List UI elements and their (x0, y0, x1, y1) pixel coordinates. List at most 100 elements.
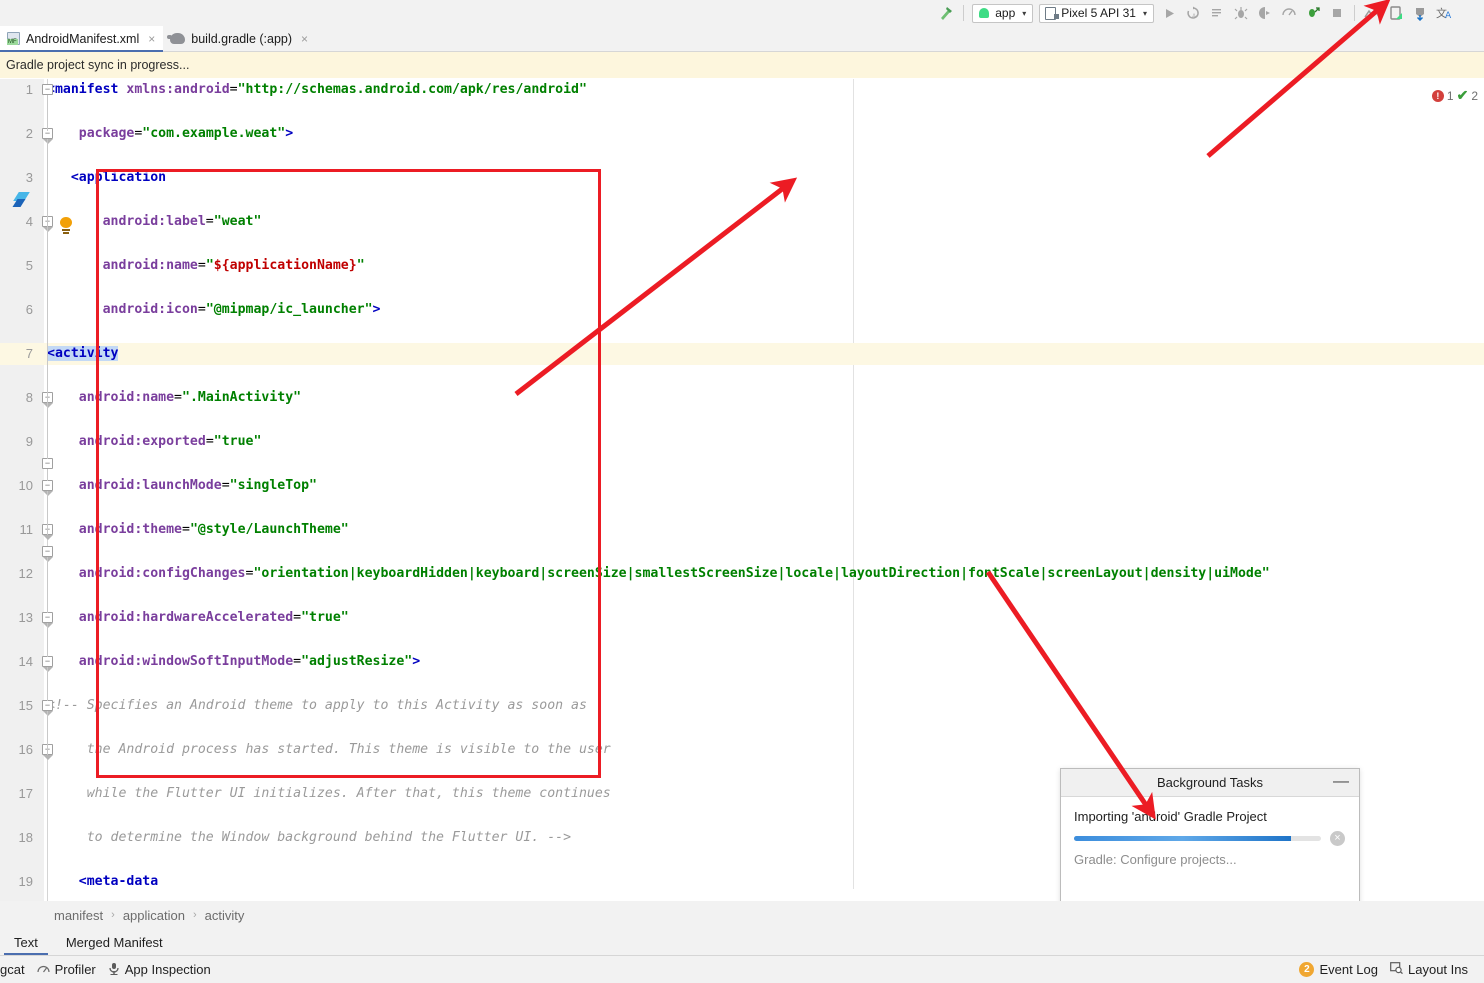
apply-changes-icon[interactable]: A (1181, 2, 1205, 24)
status-event-log[interactable]: 2 Event Log (1299, 962, 1390, 977)
attach-debugger-icon[interactable] (1253, 2, 1277, 24)
tab-build-gradle[interactable]: build.gradle (:app) × (163, 26, 316, 51)
fold-marker-line-20[interactable]: − (42, 480, 53, 496)
breadcrumb-item-activity[interactable]: activity (205, 908, 245, 923)
event-log-label: Event Log (1319, 962, 1378, 977)
status-profiler[interactable]: Profiler (36, 962, 108, 977)
line-number: 5 (25, 258, 33, 273)
run-with-coverage-icon[interactable] (1205, 2, 1229, 24)
tab-merged-manifest[interactable]: Merged Manifest (52, 929, 177, 955)
line-number: 12 (18, 566, 33, 581)
run-profiler-icon[interactable] (1301, 2, 1325, 24)
fold-marker-line-1[interactable]: − (42, 84, 53, 95)
status-bar: gcat Profiler App Inspection 2 Event Log (0, 956, 1484, 983)
editor-view-tabs: Text Merged Manifest (0, 929, 1484, 956)
line-number: 14 (18, 654, 33, 669)
intention-bulb-icon[interactable] (60, 217, 72, 234)
code-line[interactable]: 14 android:windowSoftInputMode="adjustRe… (0, 651, 1484, 673)
android-robot-icon (978, 8, 990, 18)
build-hammer-icon[interactable] (934, 2, 958, 24)
breadcrumb-item-manifest[interactable]: manifest (54, 908, 103, 923)
code-line[interactable]: 5 android:name="${applicationName}" (0, 255, 1484, 277)
status-layout-inspector[interactable]: Layout Ins (1390, 962, 1480, 977)
debug-icon[interactable] (1229, 2, 1253, 24)
tab-text[interactable]: Text (0, 929, 52, 955)
fold-marker-line-30[interactable]: − (42, 700, 53, 716)
fold-connector (47, 667, 48, 701)
fold-connector (47, 711, 48, 755)
code-line[interactable]: 1 <manifest xmlns:android="http://schemas… (0, 79, 1484, 101)
line-number: 17 (18, 786, 33, 801)
chevron-down-icon: ▾ (1142, 8, 1147, 18)
fold-marker-line-26[interactable]: − (42, 612, 53, 628)
tab-merged-manifest-label: Merged Manifest (65, 934, 163, 950)
run-button[interactable] (1157, 2, 1181, 24)
translate-icon[interactable]: 文A (1432, 2, 1456, 24)
error-badge-icon: ! (1431, 89, 1444, 102)
code-line[interactable]: 4 android:label="weat" (0, 211, 1484, 233)
profile-icon[interactable] (1277, 2, 1301, 24)
code-line[interactable]: 2 package="com.example.weat"> (0, 123, 1484, 145)
status-logcat[interactable]: gcat (0, 962, 37, 977)
code-line[interactable]: 3 <application (0, 167, 1484, 189)
fold-connector (47, 491, 48, 535)
device-label: Pixel 5 API 31 (1061, 6, 1136, 20)
logcat-label: gcat (0, 962, 25, 977)
code-line[interactable]: 12 android:configChanges="orientation|ke… (0, 563, 1484, 585)
profiler-label: Profiler (54, 962, 96, 977)
code-line[interactable]: 9 android:exported="true" (0, 431, 1484, 453)
tab-android-manifest[interactable]: AndroidManifest.xml × (0, 26, 164, 52)
line-number: 15 (18, 698, 33, 713)
flutter-icon[interactable] (12, 192, 30, 208)
tab-label: build.gradle (:app) (191, 31, 293, 46)
line-number: 10 (18, 478, 33, 493)
stop-button[interactable] (1325, 2, 1349, 24)
fold-connector (47, 95, 48, 131)
close-icon[interactable]: × (301, 32, 308, 46)
avd-manager-icon[interactable] (1384, 2, 1408, 24)
code-text: <meta-data (78, 874, 159, 889)
code-line[interactable]: 10 android:launchMode="singleTop" (0, 475, 1484, 497)
xml-manifest-icon (7, 32, 20, 45)
fold-connector (47, 623, 48, 657)
code-line[interactable]: 13 android:hardwareAccelerated="true" (0, 607, 1484, 629)
status-bar-right: 2 Event Log Layout Ins (1299, 962, 1480, 977)
inspection-status-widget[interactable]: ! 1 ✔ 2 (1431, 87, 1478, 104)
device-selector[interactable]: Pixel 5 API 31 ▾ (1039, 3, 1154, 23)
line-number: 18 (18, 830, 33, 845)
code-text: android:icon="@mipmap/ic_launcher"> (102, 302, 381, 317)
sdk-manager-icon[interactable] (1360, 2, 1384, 24)
cancel-task-icon[interactable]: × (1330, 831, 1345, 846)
line-number: 2 (25, 126, 33, 141)
code-line[interactable]: 11 android:theme="@style/LaunchTheme" (0, 519, 1484, 541)
code-line[interactable]: 16 the Android process has started. This… (0, 739, 1484, 761)
code-line[interactable]: 6 android:icon="@mipmap/ic_launcher"> (0, 299, 1484, 321)
code-lines[interactable]: 1 <manifest xmlns:android="http://schemas… (0, 79, 1484, 977)
device-phone-icon (1045, 6, 1060, 20)
line-number: 11 (19, 522, 34, 537)
line-number: 7 (25, 346, 33, 361)
breadcrumb-item-application[interactable]: application (123, 908, 185, 923)
code-text: <activity (47, 346, 119, 361)
line-number: 9 (25, 434, 33, 449)
fold-marker-line-19[interactable]: − (42, 458, 53, 469)
code-text: android:theme="@style/LaunchTheme" (78, 522, 349, 537)
breadcrumb[interactable]: manifest › application › activity (0, 901, 1484, 929)
run-configuration-selector[interactable]: app ▾ (972, 3, 1034, 23)
status-app-inspection[interactable]: App Inspection (108, 962, 223, 978)
fold-marker-line-23[interactable]: − (42, 546, 53, 562)
fold-marker-line-28[interactable]: − (42, 656, 53, 672)
minimize-icon[interactable]: — (1333, 773, 1349, 791)
code-line[interactable]: 8 android:name=".MainActivity" (0, 387, 1484, 409)
svg-text:A: A (1192, 14, 1196, 20)
line-number: 8 (25, 390, 33, 405)
fold-connector (47, 557, 48, 613)
gradle-sync-banner-text: Gradle project sync in progress... (6, 58, 190, 72)
more-toolbar-icon[interactable] (1456, 2, 1480, 24)
gradle-sync-icon[interactable] (1408, 2, 1432, 24)
close-icon[interactable]: × (148, 32, 155, 46)
code-line[interactable]: 15 <!-- Specifies an Android theme to app… (0, 695, 1484, 717)
code-line[interactable]: 7 <activity (0, 343, 1484, 365)
app-inspection-label: App Inspection (124, 962, 211, 977)
code-text: <application (70, 170, 167, 185)
